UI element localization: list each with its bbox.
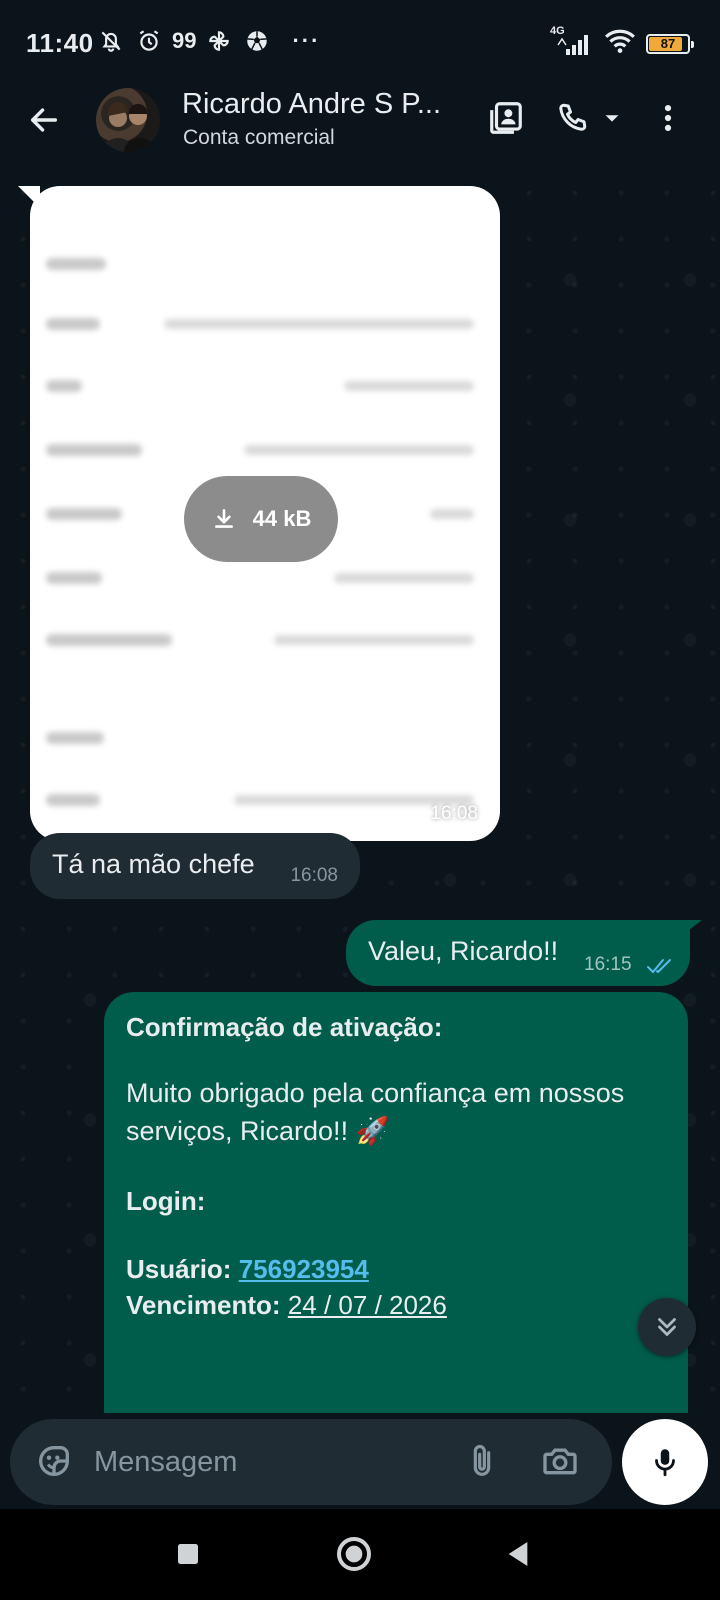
status-icons-right: 4G 87 (550, 25, 694, 59)
notification-count: 99 (172, 28, 197, 53)
recents-button[interactable] (163, 1529, 213, 1579)
nav-back-button[interactable] (493, 1529, 543, 1579)
dnd-off-icon (96, 26, 126, 56)
system-nav-bar (0, 1509, 720, 1600)
composer (0, 1413, 720, 1509)
message-input[interactable] (94, 1437, 434, 1487)
more-notifications: ··· (292, 28, 321, 53)
message-text: Valeu, Ricardo!! (368, 936, 559, 966)
contact-card-icon (490, 102, 522, 134)
message-input-container[interactable] (10, 1419, 612, 1505)
battery-level: 87 (660, 36, 676, 51)
download-button[interactable]: 44 kB (184, 476, 338, 562)
login-label: Login: (126, 1186, 206, 1216)
home-circle-icon (337, 1537, 371, 1571)
wifi-icon (604, 28, 636, 59)
confirmation-title: Confirmação de ativação: (126, 1012, 443, 1042)
status-bar: 11:40 99 ··· 4G 87 (0, 0, 720, 84)
message-time: 16:08 (290, 865, 338, 886)
network-label: 4G (550, 24, 565, 37)
document-message[interactable]: 44 kB 16:08 (30, 186, 500, 841)
chevron-down-icon (605, 115, 619, 122)
confirmation-body: Muito obrigado pela confiança em nossos … (126, 1078, 625, 1146)
chat-header: Ricardo Andre S P... Conta comercial (0, 84, 720, 170)
attach-button[interactable] (462, 1441, 504, 1483)
call-options-button[interactable] (596, 94, 628, 142)
user-label: Usuário: (126, 1254, 232, 1284)
contact-name[interactable]: Ricardo Andre S P... (182, 88, 441, 121)
sticker-icon (39, 1446, 69, 1476)
user-number-link[interactable]: 756923954 (239, 1254, 369, 1284)
signal-icon: 4G (550, 25, 594, 57)
mic-icon (655, 1449, 675, 1477)
due-label: Vencimento: (126, 1290, 281, 1320)
outgoing-message[interactable]: Valeu, Ricardo!! 16:15 (346, 920, 690, 986)
chat-area[interactable]: 44 kB 16:08 Tá na mão chefe 16:08 Valeu,… (0, 170, 720, 1413)
due-date-link[interactable]: 24 / 07 / 2026 (288, 1290, 447, 1320)
confirmation-message[interactable]: Confirmação de ativação: Muito obrigado … (104, 992, 688, 1413)
file-size: 44 kB (252, 506, 312, 531)
call-button[interactable] (548, 94, 596, 142)
message-time: 16:08 (430, 803, 478, 824)
back-triangle-icon (508, 1542, 528, 1566)
avatar[interactable] (96, 88, 160, 152)
user-line: Usuário: 756923954 (126, 1254, 369, 1285)
contact-subtitle[interactable]: Conta comercial (183, 126, 335, 150)
more-vert-icon (664, 104, 672, 132)
back-button[interactable] (22, 98, 66, 142)
alarm-icon (134, 26, 164, 56)
due-line: Vencimento: 24 / 07 / 2026 (126, 1290, 447, 1321)
home-button[interactable] (329, 1529, 379, 1579)
pinwheel-icon (204, 26, 234, 56)
battery-icon: 87 (646, 33, 694, 54)
message-text: Tá na mão chefe (52, 849, 255, 879)
camera-icon (543, 1448, 577, 1475)
scroll-to-bottom-button[interactable] (638, 1298, 696, 1356)
contact-card-button[interactable] (482, 94, 530, 142)
voice-message-button[interactable] (622, 1419, 708, 1505)
sticker-button[interactable] (34, 1441, 76, 1483)
more-options-button[interactable] (644, 94, 692, 142)
phone-icon (559, 103, 587, 131)
back-arrow-icon (30, 108, 58, 132)
soccer-ball-icon (242, 26, 272, 56)
status-icons-left: 99 ··· (96, 26, 320, 56)
message-time: 16:15 (584, 954, 632, 975)
recents-square-icon (178, 1544, 198, 1564)
paperclip-icon (473, 1444, 491, 1476)
battery-tip (691, 40, 694, 48)
camera-button[interactable] (540, 1441, 582, 1483)
status-time: 11:40 (26, 28, 94, 58)
download-icon (214, 509, 233, 528)
double-chevron-down-icon (658, 1318, 676, 1336)
read-ticks-icon (647, 959, 671, 973)
incoming-message[interactable]: Tá na mão chefe 16:08 (30, 833, 360, 899)
